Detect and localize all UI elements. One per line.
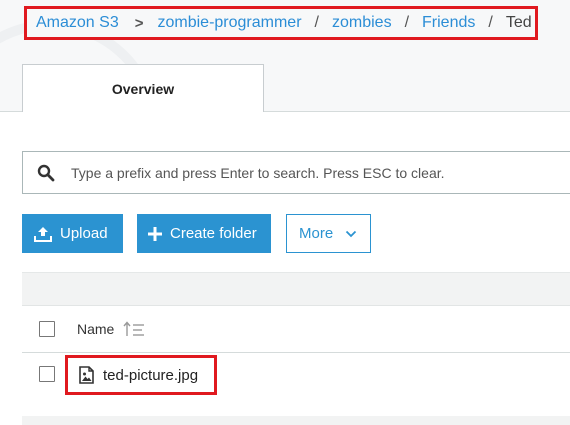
chevron-down-icon (345, 230, 357, 238)
search-icon (23, 164, 69, 182)
image-file-icon (79, 366, 94, 384)
breadcrumb-amazon-s3[interactable]: Amazon S3 (36, 14, 119, 32)
table-header: Name (22, 305, 570, 353)
breadcrumb-bucket[interactable]: zombie-programmer (157, 14, 301, 32)
select-all-checkbox[interactable] (39, 321, 55, 337)
upload-button[interactable]: Upload (22, 214, 123, 253)
create-folder-button-label: Create folder (170, 225, 257, 242)
sort-ascending-icon[interactable] (123, 321, 145, 337)
more-actions-dropdown[interactable]: More (286, 214, 371, 253)
breadcrumb-separator: / (404, 14, 410, 31)
breadcrumb-separator: > (134, 14, 144, 32)
file-entry-highlight: ted-picture.jpg (65, 355, 217, 395)
upload-icon (34, 226, 52, 242)
column-header-name[interactable]: Name (77, 321, 114, 337)
breadcrumb-current-folder: Ted (505, 14, 532, 31)
file-name-link[interactable]: ted-picture.jpg (103, 367, 198, 384)
create-folder-button[interactable]: Create folder (137, 214, 271, 253)
breadcrumb-separator: / (314, 14, 319, 31)
breadcrumb-separator: / (488, 14, 493, 31)
tab-overview[interactable]: Overview (22, 64, 264, 112)
row-checkbox[interactable] (39, 366, 55, 382)
table-footer-strip (22, 416, 570, 425)
search-bar (22, 151, 570, 194)
breadcrumb: Amazon S3 > zombie-programmer / zombies … (24, 6, 538, 40)
upload-button-label: Upload (60, 225, 108, 242)
plus-icon (148, 226, 162, 241)
table-row: ted-picture.jpg (22, 352, 570, 396)
breadcrumb-folder-zombies[interactable]: zombies (332, 14, 392, 32)
more-button-label: More (299, 225, 334, 242)
table-toolbar-strip (22, 272, 570, 305)
breadcrumb-folder-friends[interactable]: Friends (422, 14, 475, 32)
search-input[interactable] (69, 163, 553, 182)
